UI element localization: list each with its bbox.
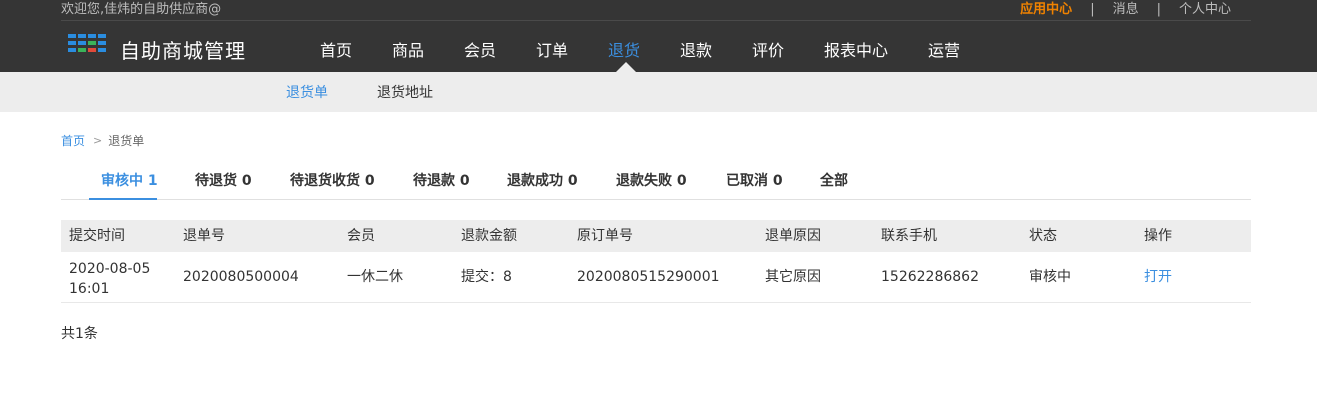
sub-nav: 退货单 退货地址 <box>0 72 1317 112</box>
col-member: 会员 <box>347 228 375 244</box>
grid-logo-icon <box>68 34 106 56</box>
col-action: 操作 <box>1144 228 1172 244</box>
subnav-item-return-orders[interactable]: 退货单 <box>286 84 328 102</box>
subnav-item-return-address[interactable]: 退货地址 <box>377 84 433 102</box>
col-refund-amount: 退款金额 <box>461 228 517 244</box>
table-row: 2020-08-05 16:01 2020080500004 一休二休 提交：8… <box>61 252 1251 303</box>
breadcrumb-current: 退货单 <box>108 134 145 148</box>
active-tab-underline <box>89 198 157 200</box>
cell-member: 一休二休 <box>347 269 403 285</box>
returns-table: 提交时间 退单号 会员 退款金额 原订单号 退单原因 联系手机 状态 操作 20… <box>61 220 1251 303</box>
nav-item-reviews[interactable]: 评价 <box>752 38 784 64</box>
col-submit-time: 提交时间 <box>69 228 125 244</box>
personal-center-link[interactable]: 个人中心 <box>1179 2 1231 18</box>
tab-pending-refund[interactable]: 待退款 0 <box>413 172 470 190</box>
table-header: 提交时间 退单号 会员 退款金额 原订单号 退单原因 联系手机 状态 操作 <box>61 220 1251 252</box>
nav-item-members[interactable]: 会员 <box>464 38 496 64</box>
breadcrumb-home[interactable]: 首页 <box>61 133 85 149</box>
tab-all[interactable]: 全部 <box>820 172 848 190</box>
tab-reviewing[interactable]: 审核中 1 <box>101 172 158 190</box>
tab-cancelled[interactable]: 已取消 0 <box>726 172 783 190</box>
cell-reason: 其它原因 <box>765 269 821 285</box>
breadcrumb: 首页 > 退货单 <box>61 133 144 149</box>
top-header: 欢迎您,佳炜的自助供应商@ 应用中心 | 消息 | 个人中心 自助商城管理 首页… <box>0 0 1317 72</box>
breadcrumb-arrow-icon: > <box>93 134 103 147</box>
brand-title: 自助商城管理 <box>120 39 246 63</box>
cell-submit-time: 2020-08-05 16:01 <box>69 261 151 297</box>
col-return-no: 退单号 <box>183 228 225 244</box>
nav-item-returns[interactable]: 退货 <box>608 38 640 64</box>
nav-item-reports[interactable]: 报表中心 <box>824 38 888 64</box>
link-separator: | <box>1156 2 1161 17</box>
welcome-text: 欢迎您,佳炜的自助供应商@ <box>61 2 222 17</box>
cell-return-no: 2020080500004 <box>183 269 299 285</box>
tab-pending-return[interactable]: 待退货 0 <box>195 172 252 190</box>
nav-item-home[interactable]: 首页 <box>320 38 352 64</box>
user-links: 应用中心 | 消息 | 个人中心 <box>1020 2 1231 18</box>
col-status: 状态 <box>1029 228 1057 244</box>
top-header-inner: 欢迎您,佳炜的自助供应商@ 应用中心 | 消息 | 个人中心 自助商城管理 首页… <box>61 0 1251 72</box>
cell-status: 审核中 <box>1029 269 1071 285</box>
link-separator: | <box>1090 2 1095 17</box>
col-reason: 退单原因 <box>765 228 821 244</box>
cell-refund-amount: 提交：8 <box>461 269 512 285</box>
total-count: 共1条 <box>61 326 98 342</box>
cell-order-no: 2020080515290001 <box>577 269 720 285</box>
tab-refund-success[interactable]: 退款成功 0 <box>507 172 578 190</box>
active-nav-caret <box>616 62 636 72</box>
col-phone: 联系手机 <box>881 228 937 244</box>
open-link[interactable]: 打开 <box>1144 269 1172 285</box>
messages-link[interactable]: 消息 <box>1113 2 1139 18</box>
cell-phone: 15262286862 <box>881 269 979 285</box>
col-order-no: 原订单号 <box>577 228 633 244</box>
nav-item-refunds[interactable]: 退款 <box>680 38 712 64</box>
nav-item-orders[interactable]: 订单 <box>536 38 568 64</box>
nav-item-products[interactable]: 商品 <box>392 38 424 64</box>
tab-pending-receipt[interactable]: 待退货收货 0 <box>290 172 375 190</box>
header-divider <box>61 20 1251 21</box>
app-center-link[interactable]: 应用中心 <box>1020 2 1072 18</box>
status-tabs: 审核中 1 待退货 0 待退货收货 0 待退款 0 退款成功 0 退款失败 0 … <box>61 162 1251 200</box>
tab-refund-failed[interactable]: 退款失败 0 <box>616 172 687 190</box>
nav-item-operations[interactable]: 运营 <box>928 38 960 64</box>
